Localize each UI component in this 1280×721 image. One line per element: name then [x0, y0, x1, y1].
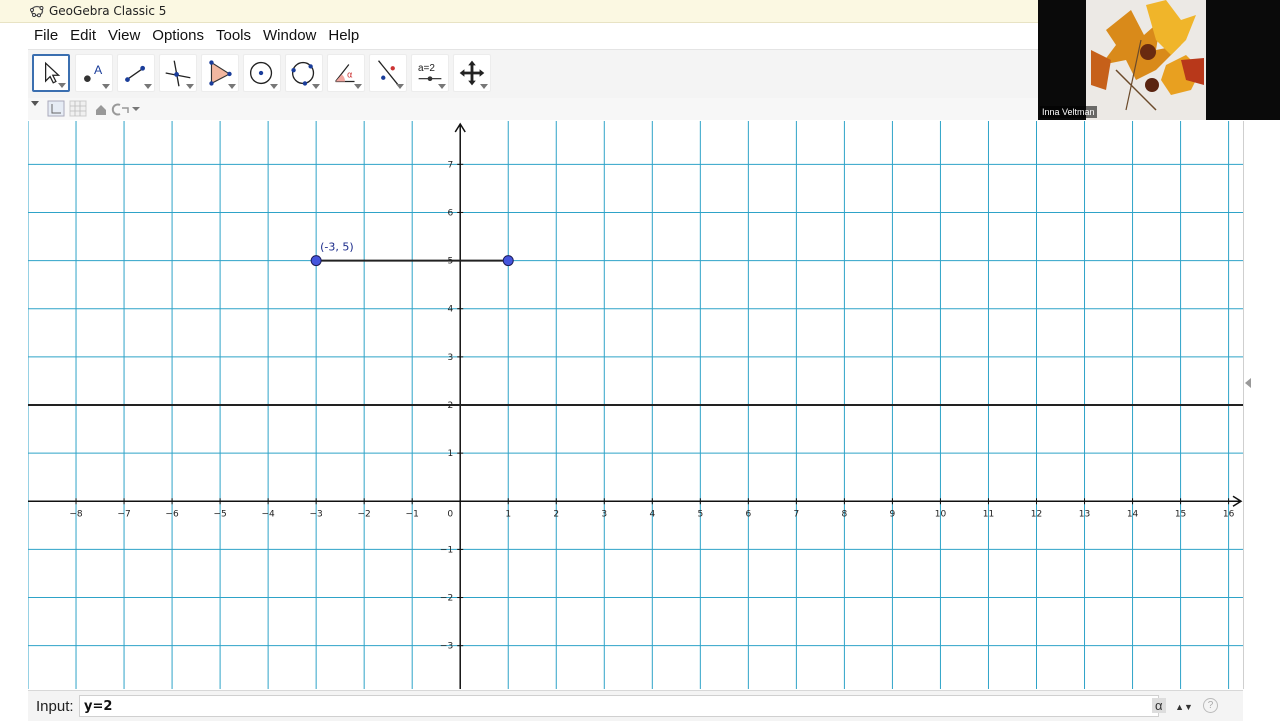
- x-tick-label: 7: [794, 509, 800, 519]
- x-tick-label: −2: [358, 509, 371, 519]
- x-tick-label: 8: [842, 509, 848, 519]
- x-tick-label: −6: [165, 509, 179, 519]
- y-tick-label: 3: [447, 353, 453, 363]
- x-tick-label: 4: [649, 509, 655, 519]
- menu-bar: File Edit View Options Tools Window Help: [28, 23, 1038, 48]
- perpendicular-tool-button[interactable]: [159, 54, 197, 92]
- window-title: GeoGebra Classic 5: [49, 4, 167, 18]
- x-tick-label: 2: [553, 509, 559, 519]
- point-capture-icon[interactable]: [111, 103, 121, 116]
- input-label: Input:: [36, 698, 74, 715]
- line-tool-button[interactable]: [117, 54, 155, 92]
- left-margin: [0, 23, 28, 720]
- grid-toggle-icon[interactable]: [69, 100, 87, 117]
- menu-view[interactable]: View: [102, 24, 146, 48]
- svg-text:A: A: [94, 63, 103, 77]
- x-tick-label: −4: [261, 509, 275, 519]
- x-tick-label: 5: [697, 509, 703, 519]
- x-tick-label: 9: [890, 509, 896, 519]
- angle-tool-button[interactable]: α: [327, 54, 365, 92]
- x-tick-label: −8: [69, 509, 83, 519]
- move-graphics-button[interactable]: [453, 54, 491, 92]
- x-tick-label: 15: [1175, 509, 1186, 519]
- point-tool-button[interactable]: A: [75, 54, 113, 92]
- y-tick-label: −3: [440, 642, 453, 652]
- x-tick-label: 3: [601, 509, 607, 519]
- x-tick-label: 10: [935, 509, 947, 519]
- menu-options[interactable]: Options: [146, 24, 210, 48]
- input-field[interactable]: y=2: [79, 695, 1159, 717]
- webcam-feed: [1086, 0, 1206, 120]
- menu-help[interactable]: Help: [322, 24, 365, 48]
- y-tick-label: 1: [447, 449, 453, 459]
- menu-file[interactable]: File: [28, 24, 64, 48]
- collapse-triangle-icon[interactable]: [31, 101, 39, 106]
- x-tick-label: −7: [117, 509, 130, 519]
- point-start[interactable]: [310, 255, 322, 267]
- coordinate-plane[interactable]: −8 −7 −6 −5 −4 −3 −2 −1 0 1 2 3 4 5 6 7 8 9 10 11 12 13 14 15 16…: [28, 121, 1243, 689]
- slider-tool-button[interactable]: a=2: [411, 54, 449, 92]
- symbol-selector[interactable]: α ▲▼: [1152, 698, 1193, 713]
- x-tick-label: −5: [213, 509, 226, 519]
- graphics-view[interactable]: −8 −7 −6 −5 −4 −3 −2 −1 0 1 2 3 4 5 6 7 8 9 10 11 12 13 14 15 16…: [28, 121, 1244, 689]
- video-call-tile: Inna Veltman: [1038, 0, 1280, 120]
- x-tick-label: 0: [447, 509, 453, 519]
- axes-toggle-icon[interactable]: [47, 100, 65, 117]
- reflect-tool-button[interactable]: [369, 54, 407, 92]
- slider-tool-label: a=2: [418, 63, 435, 74]
- point-end[interactable]: [502, 255, 514, 267]
- x-tick-label: 14: [1127, 509, 1139, 519]
- move-tool-button[interactable]: [32, 54, 70, 92]
- circle-three-points-tool-button[interactable]: [285, 54, 323, 92]
- y-tick-label: −2: [440, 594, 453, 604]
- help-icon[interactable]: ?: [1203, 698, 1218, 713]
- input-bar: Input: y=2 α ▲▼ ?: [28, 690, 1243, 721]
- menu-tools[interactable]: Tools: [210, 24, 257, 48]
- participant-name: Inna Veltman: [1040, 106, 1097, 118]
- x-tick-label: 13: [1079, 509, 1090, 519]
- svg-text:α: α: [347, 71, 353, 81]
- home-icon[interactable]: [96, 105, 106, 115]
- y-tick-label: 7: [447, 160, 453, 170]
- y-tick-label: 4: [447, 305, 453, 315]
- y-tick-label: 6: [447, 208, 453, 218]
- menu-window[interactable]: Window: [257, 24, 322, 48]
- polygon-tool-button[interactable]: [201, 54, 239, 92]
- title-bar: GeoGebra Classic 5: [0, 0, 1038, 23]
- y-tick-label: −1: [440, 545, 453, 555]
- sidebar-expand-icon[interactable]: [1245, 378, 1251, 388]
- point-label: (-3, 5): [320, 241, 354, 254]
- x-tick-label: −1: [406, 509, 419, 519]
- x-tick-label: 11: [983, 509, 994, 519]
- x-tick-label: 16: [1223, 509, 1235, 519]
- style-bar: [28, 98, 1038, 120]
- alpha-icon: α: [1152, 698, 1166, 713]
- updown-arrow-icon: ▲▼: [1175, 702, 1193, 712]
- menu-edit[interactable]: Edit: [64, 24, 102, 48]
- x-tick-label: 6: [745, 509, 751, 519]
- x-tick-label: 1: [505, 509, 511, 519]
- x-tick-label: −3: [310, 509, 323, 519]
- circle-tool-button[interactable]: [243, 54, 281, 92]
- toolbar: A α a=2: [28, 49, 1038, 99]
- x-tick-label: 12: [1031, 509, 1042, 519]
- geogebra-logo-icon: [30, 5, 44, 18]
